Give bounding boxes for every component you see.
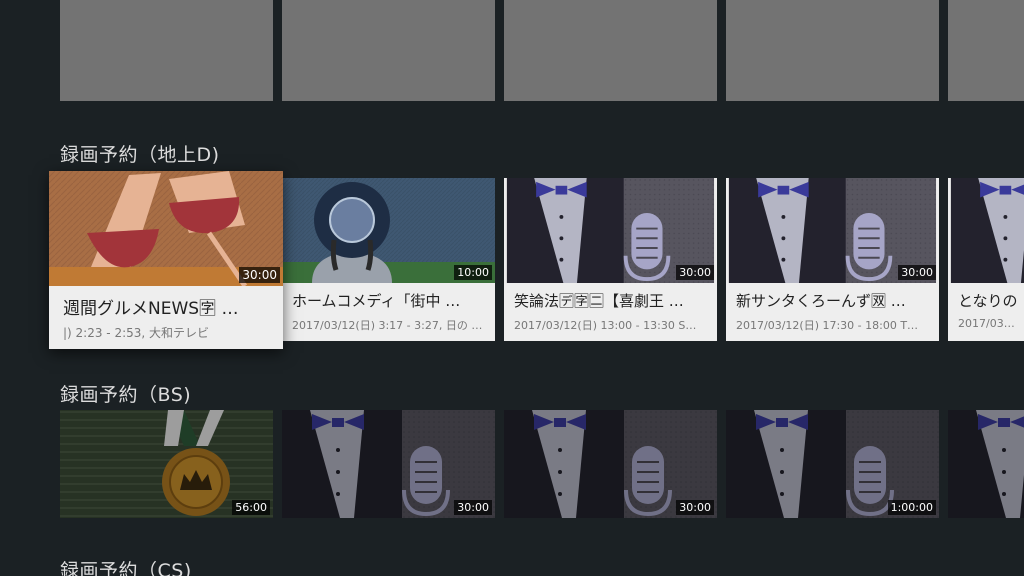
program-card-1[interactable]: 30:00 週間グルメNEWS🈑 … |) 2:23 - 2:53, 大和テレビ (49, 171, 283, 349)
section-title-terrestrial: 録画予約（地上D) (60, 144, 220, 166)
tuxedo-mic-icon: 30:00 (726, 178, 939, 283)
duration-badge: 10:00 (454, 265, 492, 280)
program-subtitle: |) 2:23 - 2:53, 大和テレビ (63, 326, 210, 340)
placeholder-card-3[interactable] (504, 0, 717, 101)
program-title: 新サンタくろーんず🈒 … (736, 292, 906, 310)
bs-program-card-4[interactable]: 1:00:00 (726, 410, 939, 518)
program-card-2[interactable]: 10:00 ホームコメディ「街中 … 2017/03/12(日) 3:17 - … (282, 178, 495, 341)
program-card-4[interactable]: 30:00 新サンタくろーんず🈒 … 2017/03/12(日) 17:30 -… (726, 178, 939, 341)
program-subtitle: 2017/03/12(日) 17:30 - 18:00 T… (736, 319, 919, 332)
duration-badge: 30:00 (676, 265, 714, 280)
section-title-cs: 録画予約（CS) (60, 560, 192, 576)
program-card-3[interactable]: 30:00 笑論法🈓🈑🈔【喜劇王 … 2017/03/12(日) 13:00 -… (504, 178, 717, 341)
placeholder-card-2[interactable] (282, 0, 495, 101)
duration-badge: 30:00 (898, 265, 936, 280)
program-card-5[interactable]: となりの 2017/03/12( (948, 178, 1024, 341)
duration-badge: 30:00 (239, 267, 280, 283)
person-hat-icon: 10:00 (282, 178, 495, 283)
program-subtitle: 2017/03/12(日) 3:17 - 3:27, 日の … (292, 319, 483, 332)
program-subtitle: 2017/03/12( (958, 317, 1018, 330)
placeholder-card-1[interactable] (60, 0, 273, 101)
placeholder-card-5[interactable] (948, 0, 1024, 101)
program-title: ホームコメディ「街中 … (292, 292, 461, 310)
placeholder-card-4[interactable] (726, 0, 939, 101)
program-title: となりの (958, 292, 1018, 310)
duration-badge: 56:00 (232, 500, 270, 515)
bs-program-card-3[interactable]: 30:00 (504, 410, 717, 518)
bs-program-card-5[interactable] (948, 410, 1024, 518)
duration-badge: 1:00:00 (887, 500, 936, 515)
duration-badge: 30:00 (454, 500, 492, 515)
program-subtitle: 2017/03/12(日) 13:00 - 13:30 S… (514, 319, 697, 332)
bs-program-card-2[interactable]: 30:00 (282, 410, 495, 518)
bs-program-card-1[interactable]: 56:00 (60, 410, 273, 518)
wine-icon: 30:00 (49, 171, 283, 286)
section-title-bs: 録画予約（BS) (60, 384, 192, 406)
duration-badge: 30:00 (676, 500, 714, 515)
tuxedo-mic-icon (948, 178, 1024, 283)
program-title: 週間グルメNEWS🈑 … (63, 299, 239, 319)
tuxedo-mic-icon: 30:00 (504, 178, 717, 283)
program-title: 笑論法🈓🈑🈔【喜劇王 … (514, 292, 684, 310)
